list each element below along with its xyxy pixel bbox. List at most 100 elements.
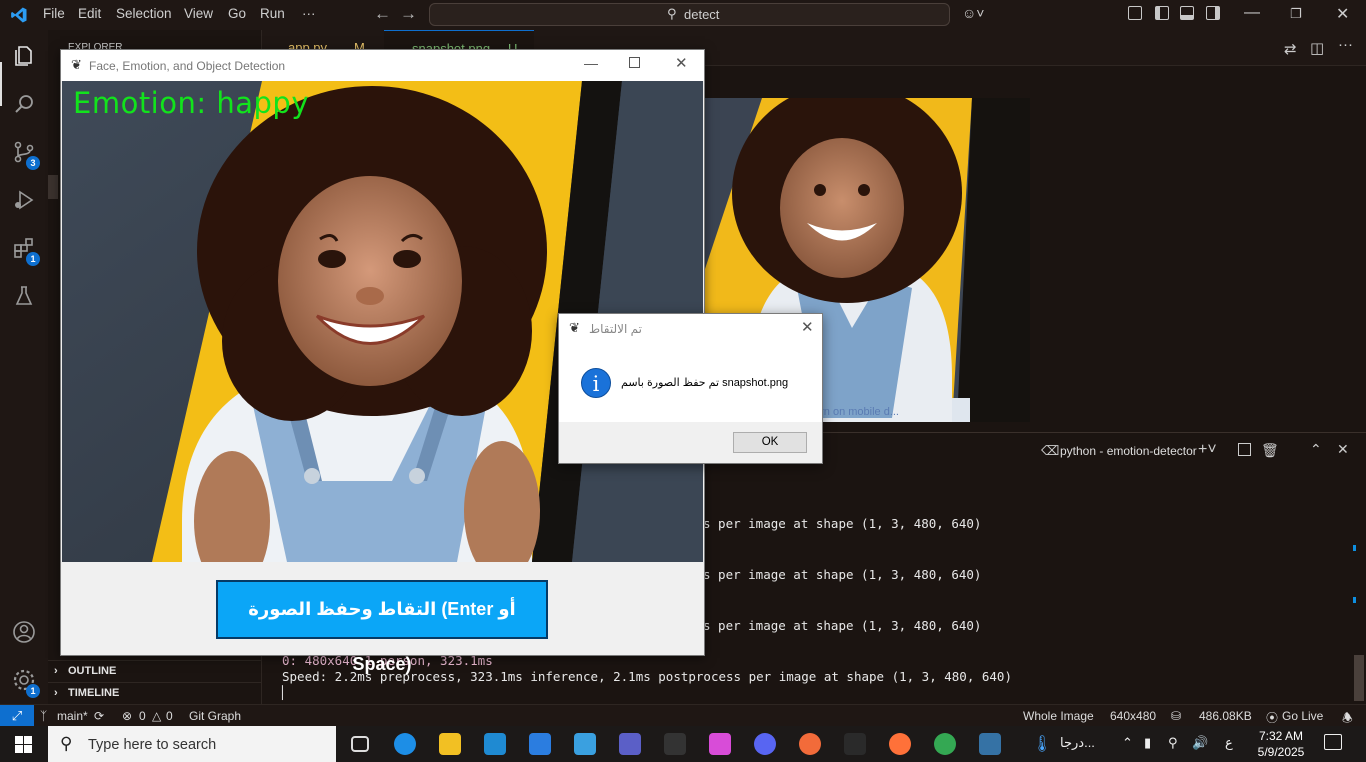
taskbar-app-postman-icon[interactable]	[788, 726, 832, 762]
error-icon: ⊗	[122, 709, 133, 723]
taskbar-app-remote-icon[interactable]	[563, 726, 607, 762]
clock[interactable]: 7:32 AM 5/9/2025	[1250, 728, 1312, 760]
branch-name[interactable]: main*	[57, 709, 88, 723]
ok-button[interactable]: OK	[733, 432, 807, 453]
restore-icon[interactable]: ❐	[1290, 6, 1302, 22]
messagebox-title: تم الالتقاط	[589, 322, 642, 336]
vscode-glyph	[484, 733, 506, 755]
timeline-section-header[interactable]: › TIMELINE	[48, 682, 262, 704]
search-icon: ⚲	[667, 6, 677, 21]
copilot-icon[interactable]: ☺˅	[962, 5, 984, 21]
taskbar-app-discord-icon[interactable]	[743, 726, 787, 762]
image-dimensions: 640x480	[1110, 709, 1157, 723]
back-arrow-icon[interactable]: ←	[374, 4, 391, 24]
menu-run[interactable]: Run	[260, 6, 285, 21]
capture-save-button[interactable]: التقاط وحفظ الصورة (Enter أو Space)	[216, 580, 548, 674]
m365-glyph	[709, 733, 731, 755]
toggle-primary-sidebar-icon[interactable]	[1155, 6, 1169, 20]
terminal-cursor[interactable]: ▏	[282, 685, 290, 700]
maximize-panel-chevron-up-icon[interactable]: ⌃	[1310, 441, 1322, 458]
menu-view[interactable]: View	[184, 6, 213, 21]
preview-caption: urn on mobile d...	[814, 406, 899, 418]
taskbar-app-edge-icon[interactable]	[383, 726, 427, 762]
split-editor-icon[interactable]: ◫	[1310, 39, 1324, 57]
taskbar-app-wsl-icon[interactable]	[833, 726, 877, 762]
menu-edit[interactable]: Edit	[78, 6, 101, 21]
go-live-button[interactable]: Go Live	[1282, 709, 1323, 723]
taskbar-app-teams-icon[interactable]	[608, 726, 652, 762]
warning-count[interactable]: 0	[166, 709, 173, 723]
layout-customize-icon[interactable]	[1128, 6, 1142, 20]
show-hidden-icons-chevron-icon[interactable]: ⌃	[1122, 735, 1133, 751]
manage-gear-icon[interactable]: 1	[0, 656, 48, 704]
error-count[interactable]: 0	[139, 709, 146, 723]
taskbar-app-m365-icon[interactable]	[698, 726, 742, 762]
terminal-scrollbar[interactable]	[1354, 655, 1364, 701]
dev-glyph	[664, 733, 686, 755]
sync-icon[interactable]: ⟳	[94, 709, 104, 723]
testing-flask-icon[interactable]	[0, 272, 48, 320]
battery-icon[interactable]: ▮	[1144, 735, 1151, 751]
network-icon[interactable]: ⚲	[1168, 735, 1178, 751]
close-panel-icon[interactable]: ✕	[1337, 441, 1349, 458]
language-indicator[interactable]: ع	[1225, 735, 1233, 751]
taskbar-search-box[interactable]: ⚲ Type here to search	[48, 726, 336, 762]
weather-text[interactable]: درجا...	[1060, 735, 1095, 751]
terminal-title[interactable]: python - emotion-detector	[1060, 444, 1197, 458]
app-minimize-icon[interactable]: —	[584, 55, 598, 71]
run-debug-icon[interactable]	[0, 176, 48, 224]
taskbar-app-file-explorer-icon[interactable]	[428, 726, 472, 762]
toggle-secondary-sidebar-icon[interactable]	[1206, 6, 1220, 20]
command-center-search[interactable]: ⚲ detect	[429, 3, 950, 26]
kill-terminal-trash-icon[interactable]: 🗑	[1261, 442, 1279, 459]
vscode-logo-icon	[11, 7, 27, 23]
remote-indicator-icon[interactable]: ⤢	[0, 705, 34, 727]
open-changes-icon[interactable]: ⇄	[1284, 40, 1297, 58]
tk-feather-icon: ❦	[71, 57, 82, 72]
menu-selection[interactable]: Selection	[116, 6, 172, 21]
close-icon[interactable]: ✕	[1336, 4, 1349, 24]
branch-icon: ᛉ	[40, 709, 48, 723]
more-actions-icon[interactable]: ···	[1338, 36, 1353, 53]
taskbar-app-store-icon[interactable]	[518, 726, 562, 762]
accounts-icon[interactable]	[0, 608, 48, 656]
chevron-right-icon: ›	[54, 687, 58, 699]
search-icon: ⚲	[60, 734, 73, 753]
taskbar-app-task-view-icon[interactable]	[338, 726, 382, 762]
taskbar-app-vscode-icon[interactable]	[473, 726, 517, 762]
explorer-icon[interactable]	[0, 32, 48, 80]
split-terminal-icon[interactable]	[1238, 443, 1251, 456]
app-close-icon[interactable]: ✕	[675, 54, 688, 72]
search-icon[interactable]	[0, 80, 48, 128]
database-icon: ⛁	[1171, 709, 1182, 723]
extensions-icon[interactable]: 1	[0, 224, 48, 272]
taskbar-app-chrome-icon[interactable]	[923, 726, 967, 762]
volume-icon[interactable]: 🔊	[1192, 735, 1208, 751]
weather-thermometer-icon[interactable]: 🌡	[1032, 734, 1052, 754]
zoom-mode[interactable]: Whole Image	[1023, 709, 1094, 723]
source-control-icon[interactable]: 3	[0, 128, 48, 176]
forward-arrow-icon[interactable]: →	[400, 4, 417, 24]
taskbar-app-firefox-icon[interactable]	[878, 726, 922, 762]
menu-more[interactable]: ···	[302, 6, 316, 21]
menu-go[interactable]: Go	[228, 6, 246, 21]
git-graph-button[interactable]: Git Graph	[189, 709, 241, 723]
taskbar-app-dev-icon[interactable]	[653, 726, 697, 762]
command-center-text: detect	[684, 7, 720, 22]
messagebox-close-icon[interactable]: ✕	[801, 318, 814, 336]
app-maximize-icon[interactable]	[629, 57, 640, 68]
outline-section-header[interactable]: › OUTLINE	[48, 660, 262, 682]
minimize-icon[interactable]: —	[1244, 4, 1260, 22]
vscode-titlebar: File Edit Selection View Go Run ··· ← → …	[0, 0, 1366, 30]
start-button[interactable]	[0, 726, 48, 762]
warning-icon: △	[152, 709, 162, 723]
new-terminal-plus-icon[interactable]: +˅	[1198, 441, 1217, 459]
notification-center-icon[interactable]	[1324, 734, 1342, 750]
emotion-label: Emotion: happy	[73, 86, 309, 120]
toggle-panel-icon[interactable]	[1180, 6, 1194, 20]
teams-glyph	[619, 733, 641, 755]
taskbar-app-python-icon[interactable]	[968, 726, 1012, 762]
activity-bar: 3 1 1	[0, 30, 48, 704]
menu-file[interactable]: File	[43, 6, 65, 21]
messagebox-body: i تم حفظ الصورة باسم snapshot.png	[559, 344, 822, 422]
